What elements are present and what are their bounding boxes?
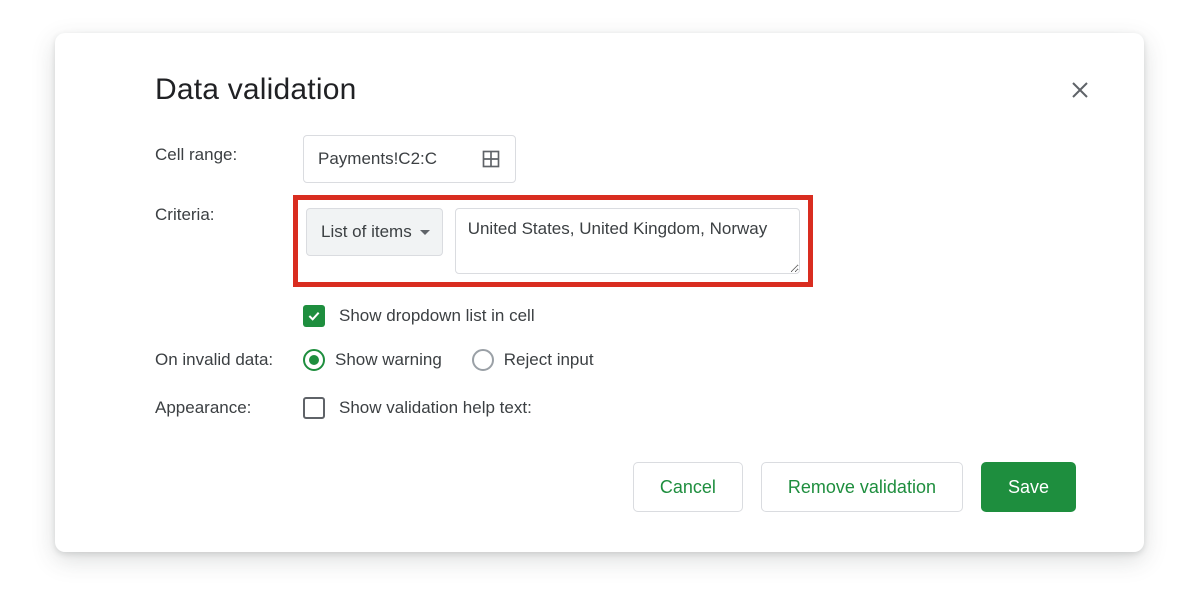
dialog-header: Data validation (155, 73, 1092, 107)
criteria-type-dropdown[interactable]: List of items (306, 208, 443, 256)
cell-range-value: Payments!C2:C (318, 149, 481, 169)
on-invalid-row: On invalid data: Show warning Reject inp… (155, 349, 1092, 371)
on-invalid-radio-group: Show warning Reject input (303, 349, 594, 371)
check-icon (306, 308, 322, 324)
dialog-title: Data validation (155, 73, 356, 107)
radio-show-warning[interactable]: Show warning (303, 349, 442, 371)
criteria-row: Criteria: List of items (155, 195, 1092, 287)
help-text-checkbox[interactable] (303, 397, 325, 419)
cell-range-label: Cell range: (155, 135, 303, 165)
on-invalid-label: On invalid data: (155, 350, 303, 370)
criteria-label: Criteria: (155, 195, 303, 225)
close-icon (1068, 78, 1092, 102)
appearance-row: Appearance: Show validation help text: (155, 397, 1092, 419)
radio-selected-icon (303, 349, 325, 371)
save-button[interactable]: Save (981, 462, 1076, 512)
criteria-type-value: List of items (321, 222, 412, 242)
show-dropdown-label: Show dropdown list in cell (339, 306, 535, 326)
chevron-down-icon (420, 230, 430, 235)
show-dropdown-checkbox[interactable] (303, 305, 325, 327)
cell-range-input[interactable]: Payments!C2:C (303, 135, 516, 183)
cancel-button[interactable]: Cancel (633, 462, 743, 512)
remove-validation-button[interactable]: Remove validation (761, 462, 963, 512)
criteria-items-input[interactable] (455, 208, 800, 274)
cell-range-row: Cell range: Payments!C2:C (155, 135, 1092, 183)
dialog-buttons: Cancel Remove validation Save (633, 462, 1076, 512)
radio-warn-label: Show warning (335, 350, 442, 370)
dialog-form: Cell range: Payments!C2:C Criteria: List… (155, 135, 1092, 419)
radio-unselected-icon (472, 349, 494, 371)
appearance-option: Show validation help text: (303, 397, 532, 419)
grid-icon[interactable] (481, 149, 501, 169)
radio-reject-input[interactable]: Reject input (472, 349, 594, 371)
criteria-highlight-box: List of items (293, 195, 813, 287)
appearance-label: Appearance: (155, 398, 303, 418)
radio-reject-label: Reject input (504, 350, 594, 370)
help-text-label: Show validation help text: (339, 398, 532, 418)
close-button[interactable] (1068, 78, 1092, 102)
show-dropdown-row: Show dropdown list in cell (303, 305, 1092, 327)
data-validation-dialog: Data validation Cell range: Payments!C2:… (55, 33, 1144, 552)
